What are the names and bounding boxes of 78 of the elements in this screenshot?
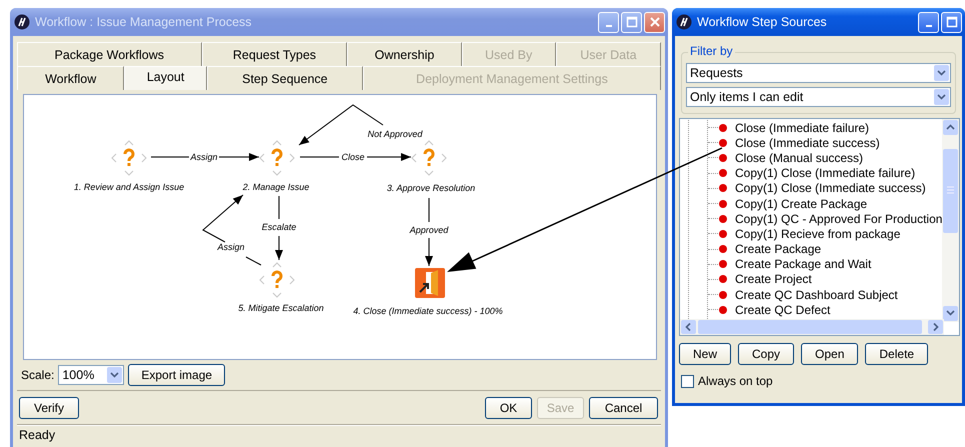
- maximize-icon: [946, 16, 958, 28]
- minimize-icon: [926, 25, 932, 27]
- tab[interactable]: Package Workflows: [17, 42, 202, 66]
- list-item[interactable]: Create Package: [735, 242, 822, 256]
- list-item[interactable]: Copy(1) QC - Approved For Production: [735, 212, 942, 226]
- list-item[interactable]: Create QC Dashboard Subject: [735, 288, 898, 302]
- export-image-button[interactable]: Export image: [128, 364, 226, 386]
- list-item[interactable]: Copy(1) Close (Immediate failure): [735, 166, 916, 180]
- status-dot-icon: [719, 245, 727, 254]
- list-item[interactable]: Copy(1) Close (Immediate success): [735, 181, 926, 196]
- status-dot-icon: [719, 214, 727, 223]
- list-item[interactable]: Close (Immediate failure): [735, 120, 870, 135]
- edge-label: Approved: [410, 225, 448, 235]
- status-dot-icon: [719, 154, 727, 162]
- edge-label: Assign: [190, 152, 218, 162]
- maximize-icon: [626, 16, 638, 28]
- list-item[interactable]: Create QC Defect: [735, 302, 830, 317]
- scale-dropdown[interactable]: 100%: [58, 365, 124, 385]
- type-dropdown[interactable]: Requests: [686, 63, 951, 83]
- checkbox-label: Always on top: [698, 374, 773, 388]
- status-dot-icon: [719, 184, 727, 192]
- list-action-button[interactable]: New: [679, 343, 732, 365]
- step-label: 1. Review and Assign Issue: [74, 182, 184, 192]
- status-dot-icon: [719, 290, 727, 299]
- list-item[interactable]: Close (Immediate success): [735, 136, 880, 150]
- status-dot-icon: [719, 230, 727, 238]
- exit-door-icon[interactable]: [415, 268, 445, 298]
- group-label: Filter by: [688, 44, 735, 58]
- list-item[interactable]: Close (Manual success): [735, 150, 864, 165]
- tab[interactable]: Workflow: [17, 66, 124, 90]
- question-node-icon[interactable]: [259, 262, 295, 298]
- scale-label: Scale:: [21, 368, 54, 382]
- status-dot-icon: [719, 124, 727, 132]
- status-dot-icon: [719, 138, 727, 147]
- status-bar: Ready: [17, 425, 661, 444]
- list-action-button[interactable]: Open: [801, 343, 858, 365]
- tab[interactable]: Layout: [124, 66, 207, 90]
- step-label: 3. Approve Resolution: [386, 183, 476, 193]
- list-item[interactable]: Copy(1) Create Package: [735, 196, 868, 211]
- edge-label: Escalate: [262, 222, 296, 232]
- minimize-icon: [606, 25, 612, 27]
- question-node-icon[interactable]: [411, 140, 447, 176]
- list-item[interactable]: Create Package and Wait: [735, 257, 872, 272]
- dialog-button[interactable]: Cancel: [589, 396, 658, 418]
- logo-icon: [676, 14, 692, 30]
- edge-label: Close: [342, 152, 364, 162]
- status-dot-icon: [719, 260, 727, 268]
- maximize-button[interactable]: [941, 12, 962, 32]
- status-dot-icon: [719, 169, 727, 178]
- horizontal-scrollbar[interactable]: [680, 319, 944, 335]
- step-label: 4. Close (Immediate success) - 100%: [353, 306, 503, 316]
- close-icon: [648, 16, 660, 28]
- window-title: Workflow Step Sources: [697, 15, 828, 29]
- list-item[interactable]: Create Project: [735, 272, 812, 286]
- step-label: 2. Manage Issue: [242, 182, 310, 192]
- list-item[interactable]: Copy(1) Recieve from package: [735, 226, 900, 241]
- verify-button[interactable]: Verify: [19, 396, 79, 418]
- logo-icon: [14, 14, 30, 30]
- list-action-button[interactable]: Delete: [865, 343, 928, 365]
- window-title: Workflow : Issue Management Process: [35, 15, 253, 29]
- question-node-icon[interactable]: [111, 140, 147, 176]
- scope-dropdown[interactable]: Only items I can edit: [686, 87, 951, 107]
- connector-arrow: [202, 194, 262, 266]
- dialog-button[interactable]: OK: [485, 396, 532, 418]
- checkbox[interactable]: [681, 374, 694, 388]
- minimize-button[interactable]: [918, 12, 939, 32]
- list-action-button[interactable]: Copy: [738, 343, 794, 365]
- status-dot-icon: [719, 200, 727, 208]
- status-dot-icon: [719, 306, 727, 314]
- edge-label: Assign: [218, 242, 244, 252]
- status-dot-icon: [719, 275, 727, 284]
- tab[interactable]: Request Types: [202, 42, 348, 66]
- vertical-scrollbar[interactable]: [942, 119, 959, 322]
- step-label: 5. Mitigate Escalation: [238, 303, 324, 313]
- tab[interactable]: Ownership: [347, 42, 462, 66]
- tab[interactable]: Step Sequence: [206, 66, 363, 90]
- edge-label: Not Approved: [368, 129, 422, 139]
- question-node-icon[interactable]: [259, 140, 295, 176]
